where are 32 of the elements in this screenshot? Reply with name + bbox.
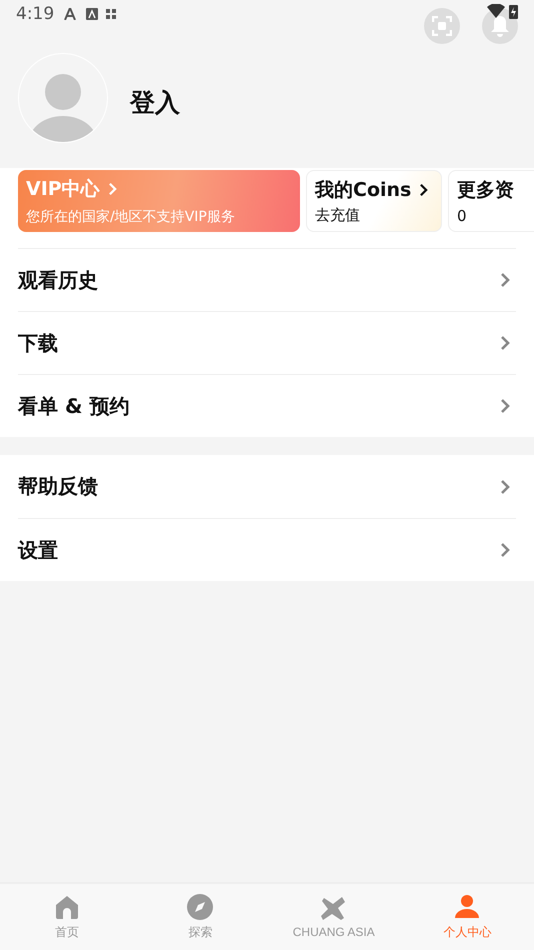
chevron-icon	[500, 272, 510, 288]
wifi-icon	[487, 4, 505, 18]
chevron-icon	[108, 182, 117, 196]
chevron-icon	[500, 335, 510, 351]
menu-item[interactable]: 观看历史	[18, 248, 516, 311]
chevron-icon	[500, 542, 510, 558]
card-subtitle: 0	[457, 207, 468, 225]
scan-button[interactable]	[424, 8, 460, 44]
login-button[interactable]: 登入	[130, 86, 180, 118]
assets-card[interactable]: 更多资 0	[448, 170, 534, 232]
card-title: VIP中心	[26, 177, 100, 202]
status-time: 4:19	[16, 4, 54, 24]
card-title: 我的Coins	[315, 178, 412, 203]
grid-icon	[106, 8, 118, 20]
chevron-icon	[500, 398, 510, 414]
battery-icon	[509, 4, 518, 19]
menu-item[interactable]: 看单 & 预约	[18, 374, 516, 437]
compass-icon	[187, 894, 214, 920]
chevron-icon	[500, 478, 510, 494]
menu-item[interactable]: 设置	[18, 518, 516, 581]
app-icon	[86, 8, 98, 20]
bell-icon	[490, 15, 510, 37]
coins-card[interactable]: 我的Coins 去充值	[306, 170, 442, 232]
card-subtitle: 去充值	[315, 206, 361, 225]
card-subtitle: 您所在的国家/地区不支持VIP服务	[26, 208, 236, 226]
card-title: 更多资	[457, 178, 514, 203]
menu-item[interactable]: 帮助反馈	[18, 455, 516, 518]
scan-icon	[432, 16, 452, 36]
home-icon	[54, 894, 80, 920]
menu-item[interactable]: 下载	[18, 311, 516, 374]
person-icon	[454, 894, 480, 920]
chevron-icon	[419, 183, 428, 197]
